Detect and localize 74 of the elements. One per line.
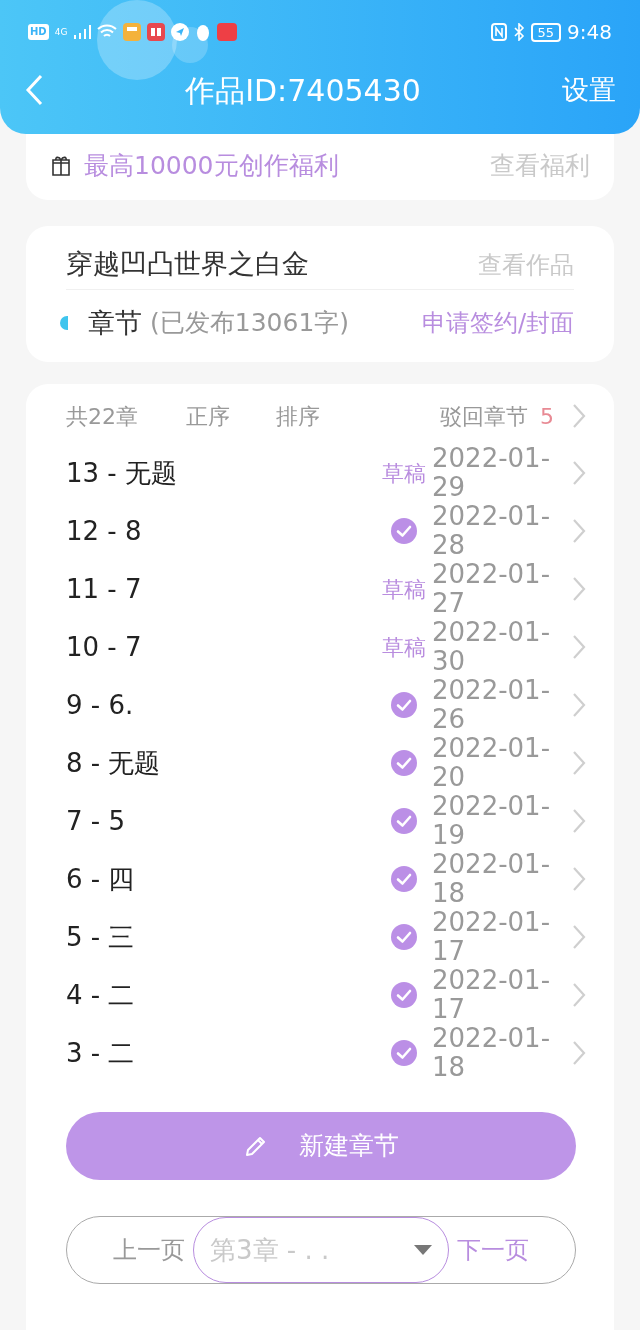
- check-circle-icon: [390, 807, 418, 835]
- chapter-date: 2022-01-29: [432, 444, 551, 502]
- chapter-date: 2022-01-18: [432, 1024, 551, 1082]
- published-count: (已发布13061字): [150, 307, 351, 340]
- chapter-title: 5 - 三: [66, 920, 136, 954]
- chapter-date: 2022-01-26: [432, 676, 551, 734]
- chapter-title: 12 - 8: [66, 514, 143, 548]
- chevron-right-icon: [572, 634, 586, 660]
- chapter-date: 2022-01-19: [432, 792, 551, 850]
- check-circle-icon: [390, 1039, 418, 1067]
- chevron-right-icon: [572, 866, 586, 892]
- chevron-right-icon: [572, 750, 586, 776]
- nfc-icon: [490, 23, 507, 41]
- chapter-row[interactable]: 7 - 5 2022-01-19: [66, 792, 586, 850]
- chapter-title: 8 - 无题: [66, 746, 162, 780]
- chapter-title: 4 - 二: [66, 978, 136, 1012]
- signal-icon: [73, 24, 92, 40]
- chapter-date: 2022-01-30: [432, 618, 551, 676]
- rejected-count: 5: [540, 402, 554, 431]
- chapter-date: 2022-01-17: [432, 908, 551, 966]
- chevron-right-icon: [572, 576, 586, 602]
- chapter-title: 13 - 无题: [66, 456, 178, 490]
- chevron-right-icon: [572, 403, 586, 429]
- check-circle-icon: [390, 517, 418, 545]
- section-marker-icon: [60, 316, 68, 330]
- chapter-row[interactable]: 12 - 8 2022-01-28: [66, 502, 586, 560]
- chapter-row[interactable]: 9 - 6. 2022-01-26: [66, 676, 586, 734]
- clock-time: 9:48: [567, 19, 612, 46]
- check-circle-icon: [390, 981, 418, 1009]
- bluetooth-icon: [512, 23, 525, 41]
- network-label: 4G: [54, 27, 68, 37]
- chapter-row[interactable]: 4 - 二 2022-01-17: [66, 966, 586, 1024]
- chapter-row[interactable]: 8 - 无题 2022-01-20: [66, 734, 586, 792]
- chevron-right-icon: [572, 460, 586, 486]
- chevron-right-icon: [572, 924, 586, 950]
- check-circle-icon: [390, 691, 418, 719]
- chapter-date: 2022-01-18: [432, 850, 551, 908]
- chevron-right-icon: [572, 518, 586, 544]
- penguin-icon: [195, 23, 212, 41]
- chapter-title: 3 - 二: [66, 1036, 136, 1070]
- draft-label: 草稿: [382, 459, 426, 488]
- chapter-title: 9 - 6.: [66, 688, 135, 722]
- check-circle-icon: [390, 749, 418, 777]
- bird-icon: [171, 23, 190, 41]
- chapter-title: 11 - 7: [66, 572, 143, 606]
- chevron-right-icon: [572, 982, 586, 1008]
- chapter-row[interactable]: 6 - 四 2022-01-18: [66, 850, 586, 908]
- chapter-date: 2022-01-28: [432, 502, 551, 560]
- chapter-row[interactable]: 3 - 二 2022-01-18: [66, 1024, 586, 1082]
- chevron-right-icon: [572, 1040, 586, 1066]
- chapter-title: 6 - 四: [66, 862, 136, 896]
- chapter-date: 2022-01-20: [432, 734, 551, 792]
- gift-icon: [50, 155, 72, 177]
- chapter-date: 2022-01-27: [432, 560, 551, 618]
- chapter-title: 10 - 7: [66, 630, 143, 664]
- check-circle-icon: [390, 865, 418, 893]
- dropdown-icon: [414, 1245, 432, 1255]
- draft-label: 草稿: [382, 633, 426, 662]
- chapter-count: 共22章: [66, 402, 139, 431]
- book-icon: [147, 23, 166, 41]
- benefit-text: 最高10000元创作福利: [84, 150, 340, 183]
- back-icon[interactable]: [24, 74, 44, 106]
- chevron-right-icon: [572, 808, 586, 834]
- work-title: 穿越凹凸世界之白金: [66, 247, 309, 282]
- page-title: 作品ID:7405430: [185, 71, 421, 110]
- chapter-row[interactable]: 5 - 三 2022-01-17: [66, 908, 586, 966]
- chapter-title: 7 - 5: [66, 804, 126, 838]
- section-title: 章节: [88, 305, 142, 340]
- draft-label: 草稿: [382, 575, 426, 604]
- chapter-date: 2022-01-17: [432, 966, 551, 1024]
- chevron-right-icon: [572, 692, 586, 718]
- battery-indicator: 55: [530, 22, 562, 42]
- hd-icon: HD: [28, 24, 49, 40]
- check-circle-icon: [390, 923, 418, 951]
